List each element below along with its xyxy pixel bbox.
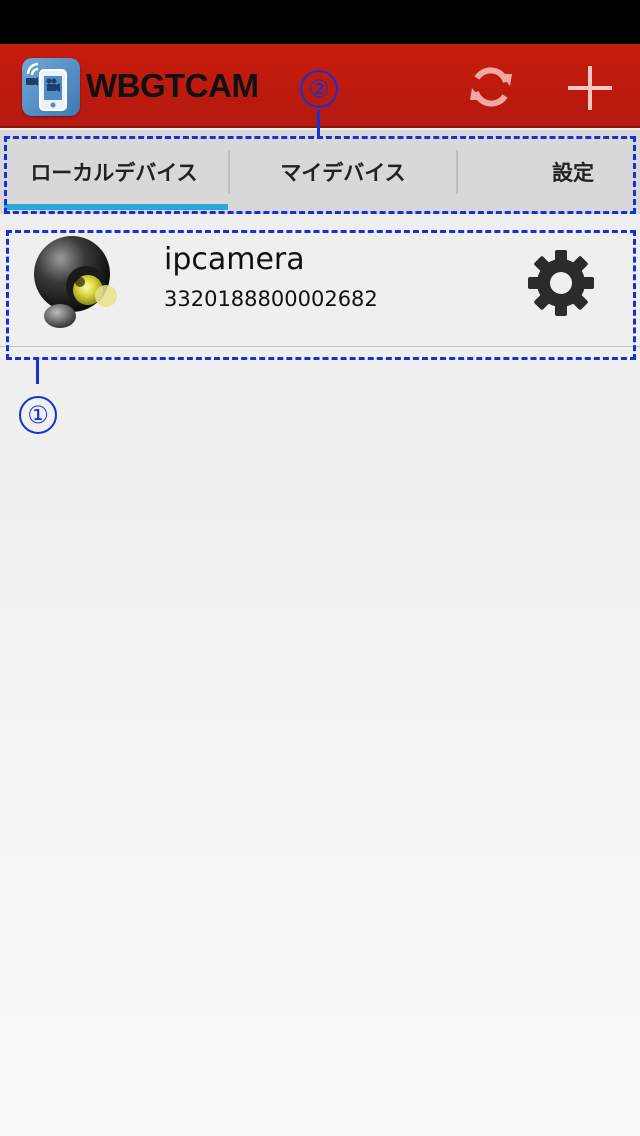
annotation-leader-line (36, 360, 39, 384)
status-bar (0, 0, 640, 44)
plus-icon (568, 66, 612, 110)
refresh-icon (470, 67, 512, 107)
annotation-box-device-row (6, 230, 636, 360)
camera-phone-app-icon (22, 58, 80, 116)
annotation-leader-line (317, 110, 320, 138)
refresh-button[interactable] (466, 62, 516, 112)
annotation-callout-1: ① (19, 396, 57, 434)
annotation-callout-2: ② (300, 70, 338, 108)
add-device-button[interactable] (564, 62, 616, 114)
app-title: WBGTCAM (86, 67, 259, 104)
annotation-box-tabs (4, 136, 636, 214)
